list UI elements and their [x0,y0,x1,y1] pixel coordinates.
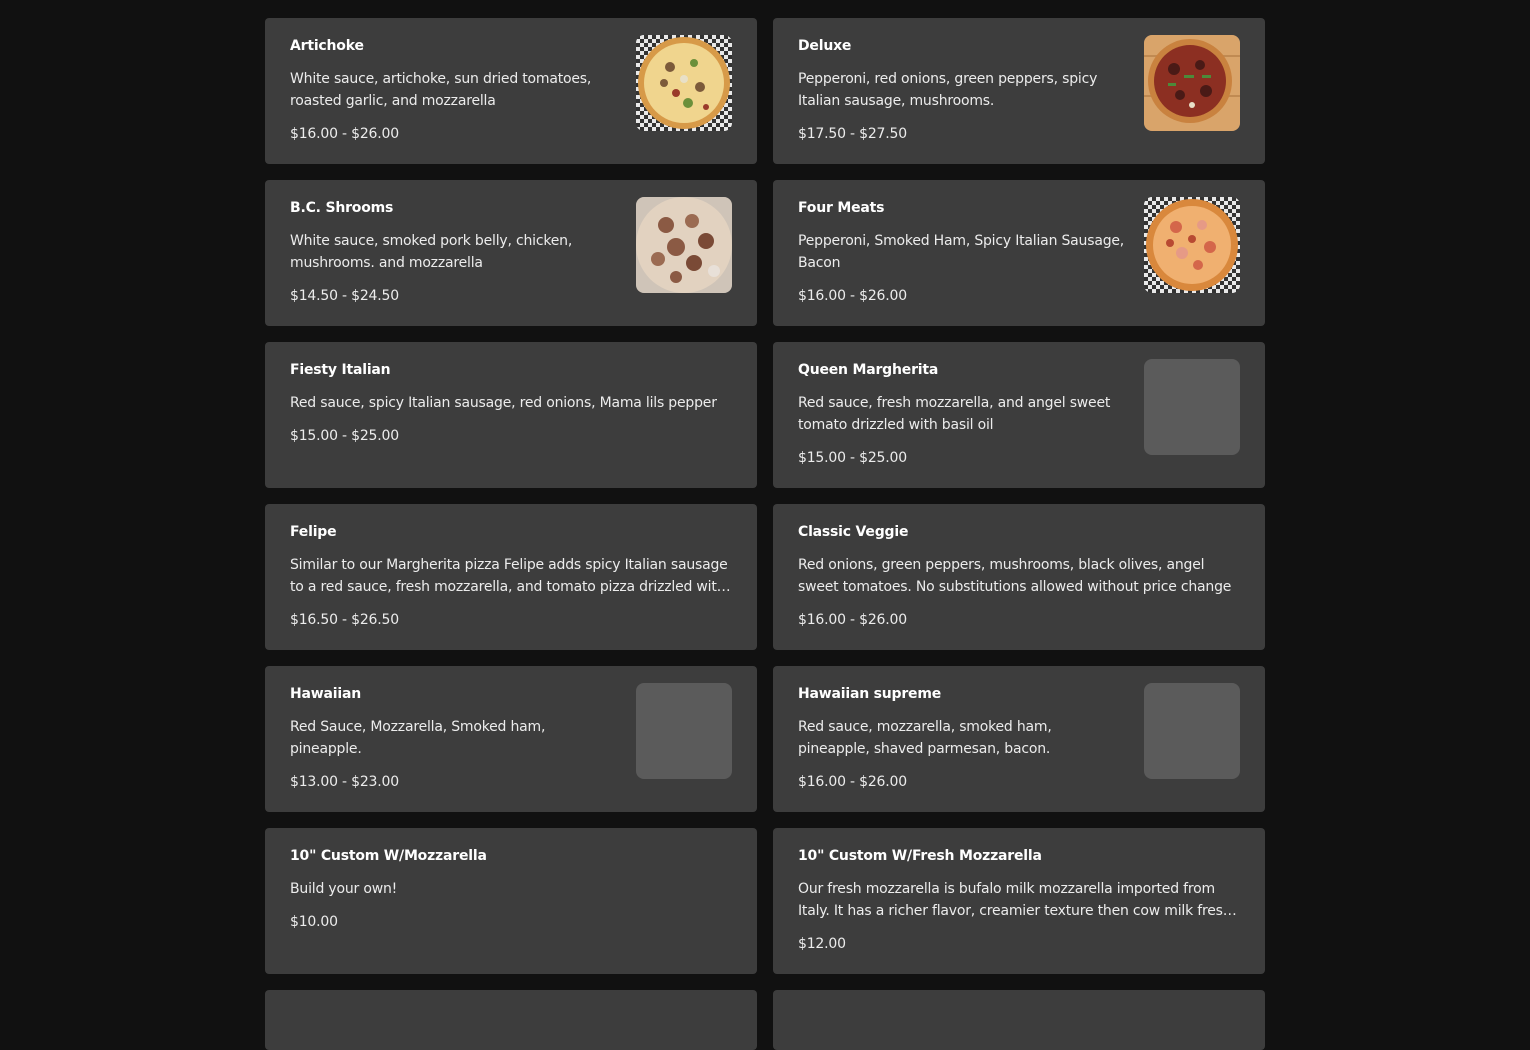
deluxe-pizza-photo [1144,35,1240,131]
menu-item-price: $15.00 - $25.00 [290,428,399,444]
menu-item-description: Red sauce, spicy Italian sausage, red on… [290,395,717,411]
bc-shrooms-pizza-photo [636,197,732,293]
menu-item-name: B.C. Shrooms [290,200,394,216]
menu-item-name: Classic Veggie [798,524,909,540]
menu-item-description: Red sauce, fresh mozzarella, and angel s… [798,395,1111,433]
menu-item-description: White sauce, smoked pork belly, chicken,… [290,233,573,271]
menu-item-card-fiesty-italian[interactable]: Fiesty Italian Red sauce, spicy Italian … [265,342,757,488]
menu-item-card-bc-shrooms[interactable]: B.C. Shrooms White sauce, smoked pork be… [265,180,757,326]
menu-item-price: $12.00 [798,936,846,952]
menu-item-card-custom-fresh-mozzarella[interactable]: 10" Custom W/Fresh Mozzarella Our fresh … [773,828,1265,974]
menu-item-card[interactable] [773,990,1265,1050]
menu-item-card-felipe[interactable]: Felipe Similar to our Margherita pizza F… [265,504,757,650]
menu-item-card-custom-mozzarella[interactable]: 10" Custom W/Mozzarella Build your own! … [265,828,757,974]
menu-item-price: $16.50 - $26.50 [290,612,399,628]
menu-item-name: 10" Custom W/Fresh Mozzarella [798,848,1042,864]
menu-item-name: Deluxe [798,38,852,54]
menu-item-description: Red Sauce, Mozzarella, Smoked ham, pinea… [290,719,546,757]
menu-item-card-hawaiian[interactable]: Hawaiian Red Sauce, Mozzarella, Smoked h… [265,666,757,812]
menu-item-name: Artichoke [290,38,364,54]
menu-item-card-four-meats[interactable]: Four Meats Pepperoni, Smoked Ham, Spicy … [773,180,1265,326]
menu-item-name: Fiesty Italian [290,362,391,378]
menu-item-name: Hawaiian [290,686,361,702]
menu-item-description: Build your own! [290,881,398,897]
menu-item-card-deluxe[interactable]: Deluxe Pepperoni, red onions, green pepp… [773,18,1265,164]
image-placeholder [1144,683,1240,779]
menu-item-description: Pepperoni, Smoked Ham, Spicy Italian Sau… [798,233,1125,271]
menu-item-name: 10" Custom W/Mozzarella [290,848,487,864]
menu-item-description: Pepperoni, red onions, green peppers, sp… [798,71,1098,109]
four-meats-pizza-photo [1144,197,1240,293]
artichoke-pizza-photo [636,35,732,131]
menu-item-name: Four Meats [798,200,885,216]
menu-item-price: $10.00 [290,914,338,930]
image-placeholder [636,683,732,779]
menu-item-card-artichoke[interactable]: Artichoke White sauce, artichoke, sun dr… [265,18,757,164]
menu-item-price: $16.00 - $26.00 [798,612,907,628]
menu-item-card-classic-veggie[interactable]: Classic Veggie Red onions, green peppers… [773,504,1265,650]
menu-item-grid: Artichoke White sauce, artichoke, sun dr… [265,18,1265,1050]
menu-item-description: Similar to our Margherita pizza Felipe a… [290,557,728,595]
menu-item-name: Hawaiian supreme [798,686,942,702]
menu-item-name: Felipe [290,524,337,540]
menu-item-description: Our fresh mozzarella is bufalo milk mozz… [798,881,1232,919]
menu-item-description: White sauce, artichoke, sun dried tomato… [290,71,592,109]
menu-item-card-hawaiian-supreme[interactable]: Hawaiian supreme Red sauce, mozzarella, … [773,666,1265,812]
menu-item-card[interactable] [265,990,757,1050]
menu-item-description: Red sauce, mozzarella, smoked ham, pinea… [798,719,1052,757]
menu-item-description: Red onions, green peppers, mushrooms, bl… [798,557,1232,595]
image-placeholder [1144,359,1240,455]
menu-item-card-queen-margherita[interactable]: Queen Margherita Red sauce, fresh mozzar… [773,342,1265,488]
menu-item-name: Queen Margherita [798,362,939,378]
